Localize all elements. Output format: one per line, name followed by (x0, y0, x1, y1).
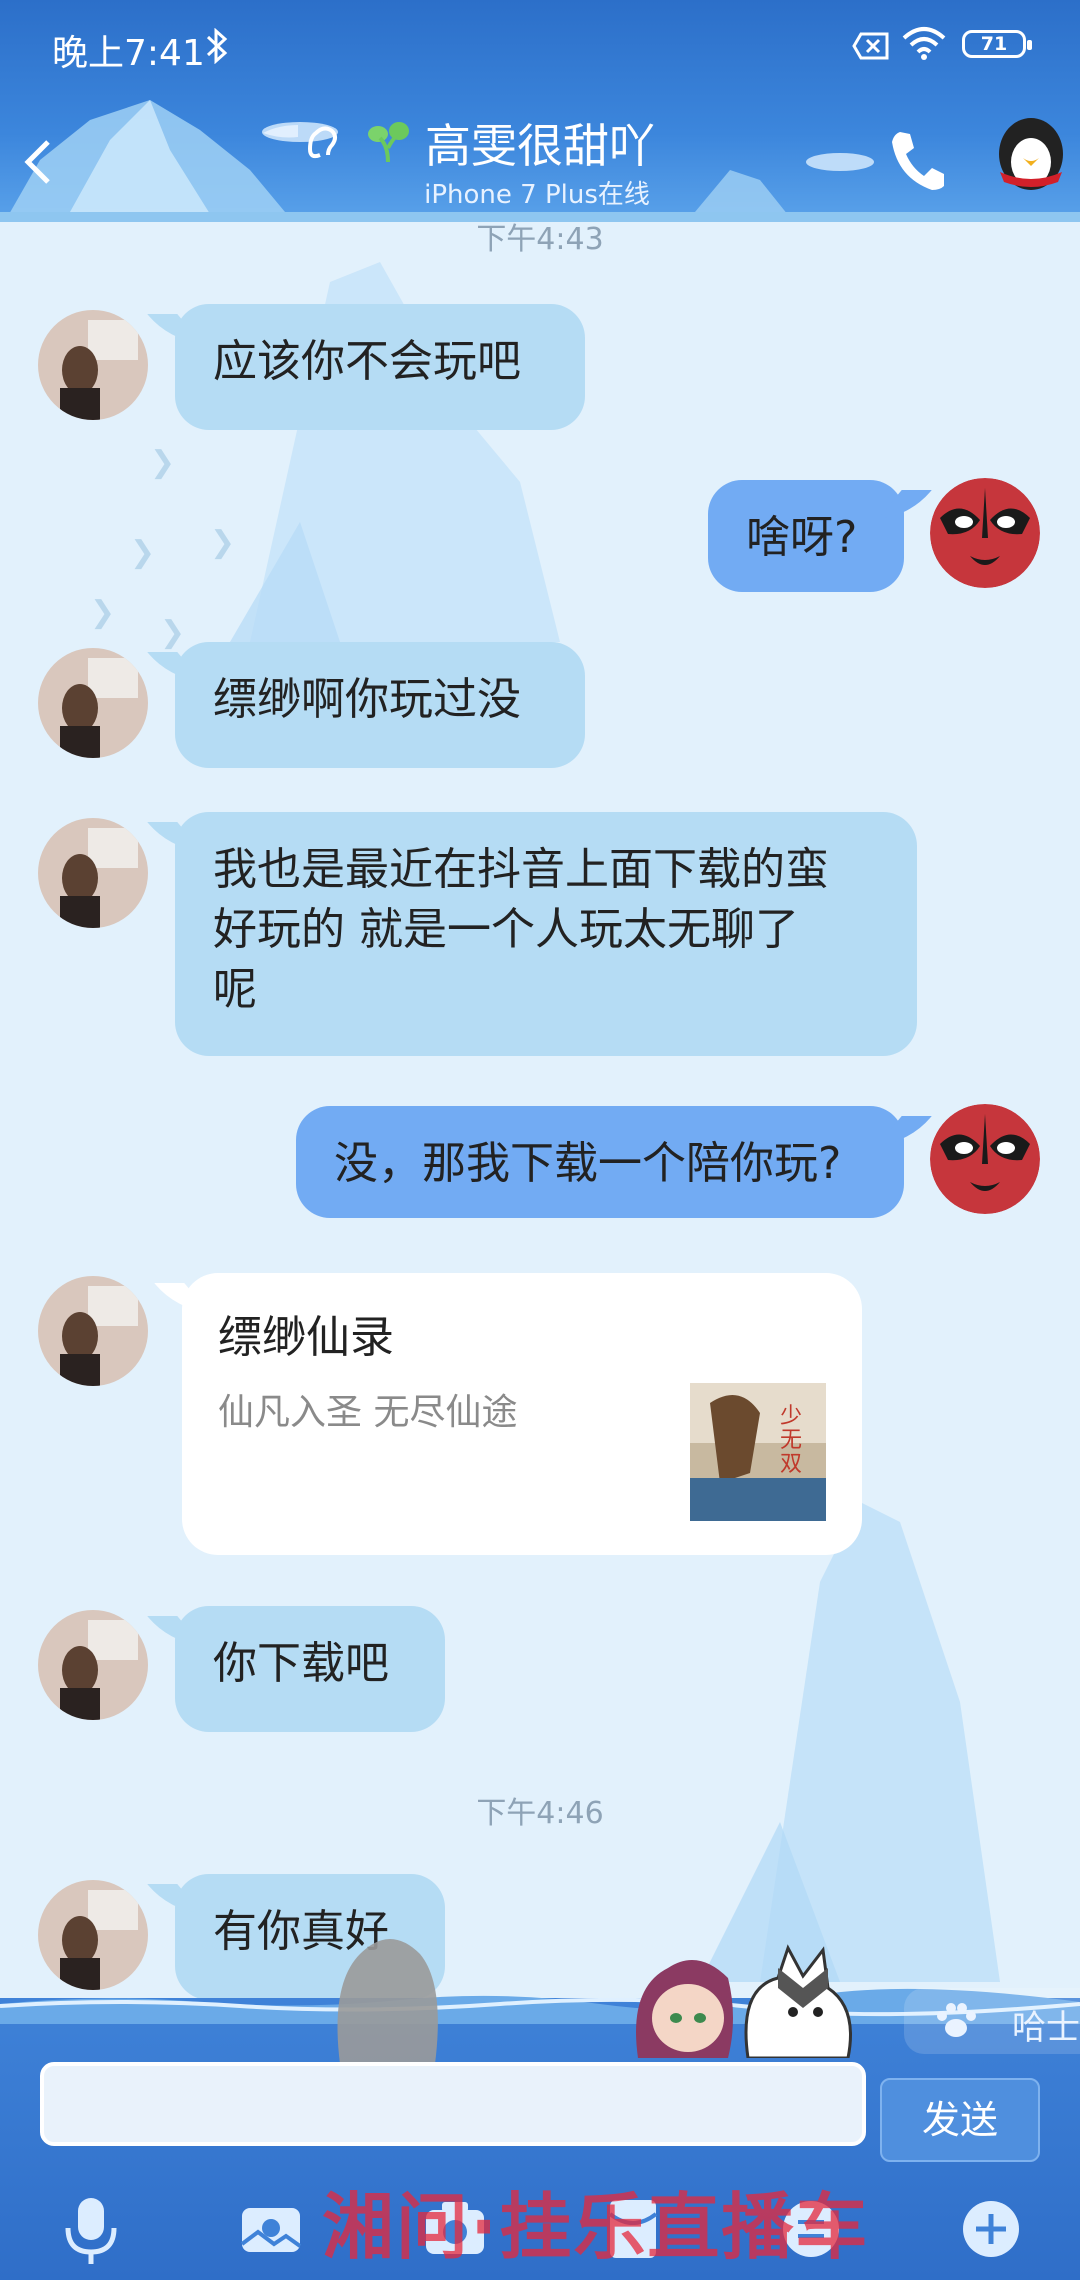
svg-text:❯: ❯ (210, 525, 235, 560)
plus-icon[interactable] (954, 2192, 1028, 2266)
card-title: 缥缈仙录 (218, 1312, 394, 1363)
message-line: 好玩的 就是一个人玩太无聊了 (213, 904, 799, 955)
camera-icon[interactable] (418, 2192, 492, 2266)
emoji-icon[interactable] (774, 2192, 848, 2266)
input-panel: 哈士 发送 湘问·挂乐直播车 (0, 1939, 1080, 2280)
svg-text:❯: ❯ (150, 445, 175, 480)
self-avatar[interactable] (930, 1104, 1040, 1214)
send-button[interactable]: 发送 (880, 2078, 1040, 2162)
image-icon[interactable] (234, 2192, 308, 2266)
bluetooth-icon (206, 28, 228, 64)
sticker-suggestion-chip[interactable]: 哈士 (904, 1988, 1080, 2054)
red-envelope-icon[interactable] (596, 2192, 670, 2266)
svg-text:❯: ❯ (160, 615, 185, 650)
svg-text:少: 少 (780, 1404, 802, 1429)
ear-icon[interactable] (258, 115, 348, 165)
incoming-message[interactable]: 缥缈啊你玩过没 (175, 642, 585, 768)
incoming-message[interactable]: 我也是最近在抖音上面下载的蛮 好玩的 就是一个人玩太无聊了 呢 (175, 812, 917, 1056)
grey-character-sticker[interactable] (320, 1924, 450, 2064)
contact-avatar[interactable] (38, 648, 148, 758)
microphone-icon[interactable] (54, 2192, 128, 2266)
message-line: 我也是最近在抖音上面下载的蛮 (213, 844, 829, 895)
contact-avatar[interactable] (38, 1276, 148, 1386)
svg-text:❯: ❯ (90, 595, 115, 630)
battery-indicator: 71 (962, 30, 1032, 58)
penguin-icon[interactable] (994, 112, 1068, 192)
phone-icon[interactable] (888, 128, 948, 192)
svg-text:双: 双 (780, 1452, 802, 1477)
contact-avatar[interactable] (38, 1610, 148, 1720)
contact-name[interactable]: 高雯很甜吖 (425, 110, 655, 176)
message-line: 呢 (213, 964, 257, 1015)
game-thumbnail: 少 无 双 (690, 1383, 826, 1521)
chat-header: 晚上7:41 71 高雯很甜吖 iPhone 7 Plus在线 (0, 0, 1080, 222)
message-input[interactable] (40, 2062, 866, 2146)
sprout-icon (368, 122, 409, 163)
sim-card-icon (852, 32, 889, 60)
wifi-icon (902, 27, 946, 60)
svg-text:无: 无 (780, 1428, 802, 1453)
contact-avatar[interactable] (38, 818, 148, 928)
contact-avatar[interactable] (38, 310, 148, 420)
anime-husky-sticker[interactable] (628, 1928, 868, 2058)
card-description: 仙凡入圣 无尽仙途 (218, 1392, 518, 1433)
chip-label: 哈士 (1012, 2008, 1080, 2048)
svg-text:❯: ❯ (130, 535, 155, 570)
timestamp: 下午4:46 (476, 1796, 604, 1831)
game-share-card[interactable]: 缥缈仙录 仙凡入圣 无尽仙途 少 无 双 (182, 1273, 862, 1555)
contact-status-text: iPhone 7 Plus在线 (424, 180, 650, 210)
status-time: 晚上7:41 (52, 33, 205, 74)
contact-avatar[interactable] (38, 1880, 148, 1990)
incoming-message[interactable]: 你下载吧 (175, 1606, 445, 1732)
chat-area[interactable]: ❯ ❯ ❯ ❯ ❯ 下午4:43 应该你不会玩吧 啥呀? 缥缈啊你玩过没 我也是… (0, 222, 1080, 1998)
outgoing-message[interactable]: 啥呀? (708, 480, 904, 592)
incoming-message[interactable]: 应该你不会玩吧 (175, 304, 585, 430)
timestamp: 下午4:43 (476, 222, 604, 257)
self-avatar[interactable] (930, 478, 1040, 588)
status-bar: 晚上7:41 71 (0, 0, 1080, 96)
paw-icon (937, 2003, 976, 2037)
outgoing-message[interactable]: 没，那我下载一个陪你玩? (296, 1106, 904, 1218)
